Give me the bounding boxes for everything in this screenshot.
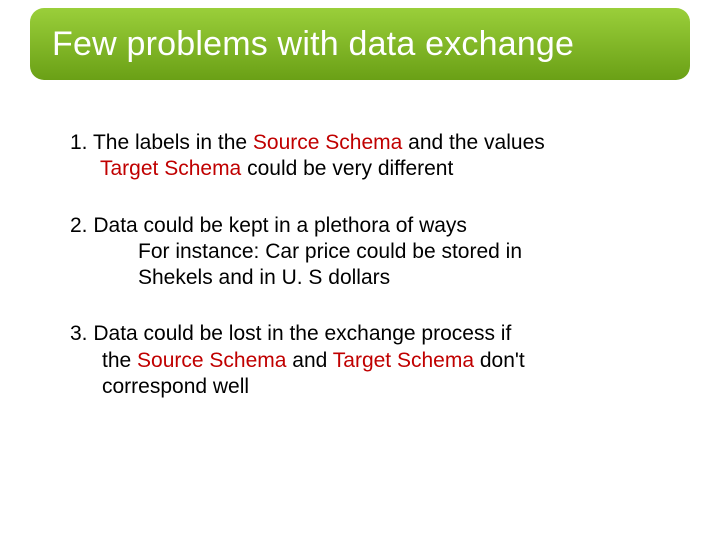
text: For instance: Car price could be stored … xyxy=(138,240,522,263)
title-banner: Few problems with data exchange xyxy=(30,8,690,80)
item-number: 2. xyxy=(70,214,93,237)
text: don't xyxy=(474,349,525,372)
item-number: 1. xyxy=(70,131,93,154)
slide-content: 1. The labels in the Source Schema and t… xyxy=(70,130,670,400)
item-number: 3. xyxy=(70,322,93,345)
target-schema-term: Target Schema xyxy=(333,349,474,372)
text: could be very different xyxy=(241,157,453,180)
text: Shekels and in U. S dollars xyxy=(138,266,390,289)
text: Data could be lost in the exchange proce… xyxy=(93,322,511,345)
source-schema-term: Source Schema xyxy=(137,349,286,372)
list-item-1: 1. The labels in the Source Schema and t… xyxy=(70,130,670,183)
text: and xyxy=(286,349,332,372)
slide-title: Few problems with data exchange xyxy=(52,25,574,64)
text: and the values xyxy=(402,131,544,154)
target-schema-term: Target Schema xyxy=(100,157,241,180)
text: The labels in the xyxy=(93,131,253,154)
text: correspond well xyxy=(102,375,249,398)
list-item-2: 2. Data could be kept in a plethora of w… xyxy=(70,213,670,292)
list-item-3: 3. Data could be lost in the exchange pr… xyxy=(70,321,670,400)
source-schema-term: Source Schema xyxy=(253,131,402,154)
text: Data could be kept in a plethora of ways xyxy=(93,214,467,237)
text: the xyxy=(102,349,137,372)
